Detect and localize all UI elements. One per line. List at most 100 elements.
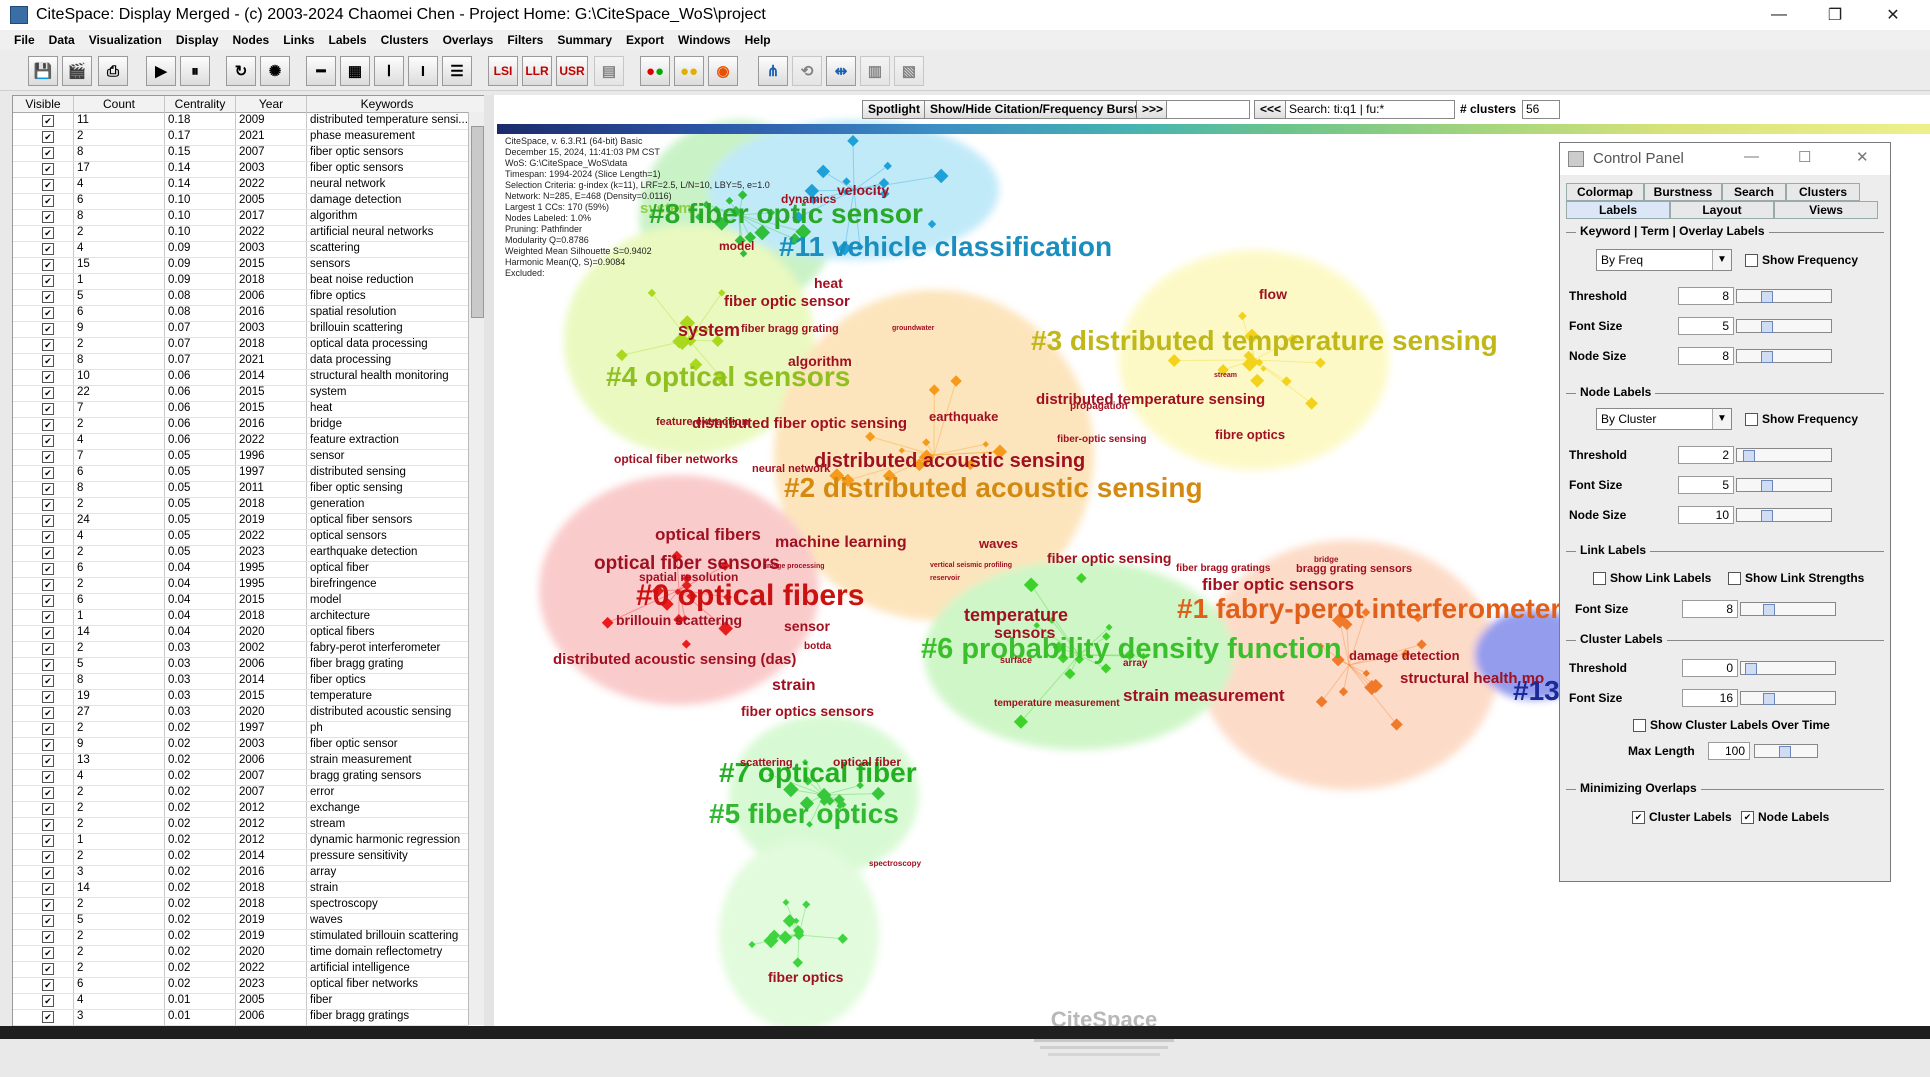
text-cursor-icon[interactable]: I: [408, 56, 438, 86]
pdf-icon[interactable]: ⎙: [98, 56, 128, 86]
table-row[interactable]: ✔40.062022feature extraction: [13, 433, 468, 450]
table-row[interactable]: ✔80.052011fiber optic sensing: [13, 481, 468, 498]
tab-clusters[interactable]: Clusters: [1786, 183, 1860, 201]
table-row[interactable]: ✔140.022018strain: [13, 881, 468, 898]
menu-visualization[interactable]: Visualization: [89, 33, 162, 47]
header-centrality[interactable]: Centrality: [165, 97, 235, 111]
table-row[interactable]: ✔270.032020distributed acoustic sensing: [13, 705, 468, 722]
menu-overlays[interactable]: Overlays: [443, 33, 494, 47]
node-font-size-slider[interactable]: [1736, 478, 1832, 492]
scrollbar-thumb[interactable]: [471, 126, 484, 318]
visible-checkbox[interactable]: ✔: [42, 275, 54, 287]
menu-windows[interactable]: Windows: [678, 33, 731, 47]
visible-checkbox[interactable]: ✔: [42, 115, 54, 127]
table-row[interactable]: ✔90.072003brillouin scattering: [13, 321, 468, 338]
table-row[interactable]: ✔60.042015model: [13, 593, 468, 610]
visible-checkbox[interactable]: ✔: [42, 691, 54, 703]
kw-font-size-slider[interactable]: [1736, 319, 1832, 333]
panel-icon[interactable]: ▥: [860, 56, 890, 86]
table-row[interactable]: ✔130.022006strain measurement: [13, 753, 468, 770]
visible-checkbox[interactable]: ✔: [42, 483, 54, 495]
visible-checkbox[interactable]: ✔: [42, 979, 54, 991]
spotlight-button[interactable]: Spotlight: [862, 100, 926, 119]
play-icon[interactable]: ▶: [146, 56, 176, 86]
tab-layout[interactable]: Layout: [1670, 201, 1774, 219]
visible-checkbox[interactable]: ✔: [42, 211, 54, 223]
cluster-threshold-slider[interactable]: [1740, 661, 1836, 675]
node-threshold-slider[interactable]: [1736, 448, 1832, 462]
table-row[interactable]: ✔50.032006fiber bragg grating: [13, 657, 468, 674]
node-node-size-field[interactable]: 10: [1678, 506, 1734, 524]
visible-checkbox[interactable]: ✔: [42, 531, 54, 543]
visible-checkbox[interactable]: ✔: [42, 611, 54, 623]
visible-checkbox[interactable]: ✔: [42, 227, 54, 239]
next-button[interactable]: >>>: [1136, 100, 1169, 119]
search-blank-field[interactable]: [1166, 100, 1250, 119]
table-row[interactable]: ✔20.021997ph: [13, 721, 468, 738]
table-row[interactable]: ✔40.142022neural network: [13, 177, 468, 194]
visible-checkbox[interactable]: ✔: [42, 739, 54, 751]
visible-checkbox[interactable]: ✔: [42, 931, 54, 943]
overlap-node-labels-checkbox[interactable]: ✔: [1741, 811, 1754, 824]
cp-maximize-button[interactable]: ☐: [1798, 148, 1811, 166]
keyword-label-select[interactable]: By Freq▼: [1596, 249, 1732, 271]
llr-button[interactable]: LLR: [522, 56, 552, 86]
visible-checkbox[interactable]: ✔: [42, 515, 54, 527]
refresh-layout-icon[interactable]: ↻: [226, 56, 256, 86]
show-link-labels-checkbox[interactable]: [1593, 572, 1606, 585]
table-row[interactable]: ✔10.042018architecture: [13, 609, 468, 626]
visible-checkbox[interactable]: ✔: [42, 563, 54, 575]
nodes-yellow-icon[interactable]: ●●: [674, 56, 704, 86]
mi-icon[interactable]: ▤: [594, 56, 624, 86]
visible-checkbox[interactable]: ✔: [42, 835, 54, 847]
save-icon[interactable]: 💾: [28, 56, 58, 86]
node-node-size-slider[interactable]: [1736, 508, 1832, 522]
header-count[interactable]: Count: [74, 97, 164, 111]
visible-checkbox[interactable]: ✔: [42, 435, 54, 447]
target-icon[interactable]: ◉: [708, 56, 738, 86]
visible-checkbox[interactable]: ✔: [42, 803, 54, 815]
prev-button[interactable]: <<<: [1254, 100, 1287, 119]
table-row[interactable]: ✔20.022020time domain reflectometry: [13, 945, 468, 962]
menu-labels[interactable]: Labels: [329, 33, 367, 47]
table-row[interactable]: ✔20.102022artificial neural networks: [13, 225, 468, 242]
table-row[interactable]: ✔100.062014structural health monitoring: [13, 369, 468, 386]
table-row[interactable]: ✔20.022014pressure sensitivity: [13, 849, 468, 866]
kw-threshold-slider[interactable]: [1736, 289, 1832, 303]
visible-checkbox[interactable]: ✔: [42, 403, 54, 415]
visible-checkbox[interactable]: ✔: [42, 643, 54, 655]
tab-search[interactable]: Search: [1722, 183, 1786, 201]
visible-checkbox[interactable]: ✔: [42, 819, 54, 831]
table-row[interactable]: ✔20.022012stream: [13, 817, 468, 834]
node-threshold-field[interactable]: 2: [1678, 446, 1734, 464]
visible-checkbox[interactable]: ✔: [42, 915, 54, 927]
visible-checkbox[interactable]: ✔: [42, 259, 54, 271]
visible-checkbox[interactable]: ✔: [42, 595, 54, 607]
table-row[interactable]: ✔60.022023optical fiber networks: [13, 977, 468, 994]
cluster-threshold-field[interactable]: 0: [1682, 659, 1738, 677]
visible-checkbox[interactable]: ✔: [42, 179, 54, 191]
max-length-slider[interactable]: [1754, 744, 1818, 758]
header-visible[interactable]: Visible: [13, 97, 73, 111]
tab-burstness[interactable]: Burstness: [1644, 183, 1722, 201]
table-row[interactable]: ✔10.022012dynamic harmonic regression: [13, 833, 468, 850]
visible-checkbox[interactable]: ✔: [42, 147, 54, 159]
table-row[interactable]: ✔150.092015sensors: [13, 257, 468, 274]
table-row[interactable]: ✔20.022019stimulated brillouin scatterin…: [13, 929, 468, 946]
table-row[interactable]: ✔10.092018beat noise reduction: [13, 273, 468, 290]
visible-checkbox[interactable]: ✔: [42, 675, 54, 687]
timeline-icon[interactable]: Ⅰ: [374, 56, 404, 86]
node-show-frequency-checkbox[interactable]: [1745, 413, 1758, 426]
grid-icon[interactable]: ▦: [340, 56, 370, 86]
cluster-font-size-field[interactable]: 16: [1682, 689, 1738, 707]
table-scrollbar[interactable]: [468, 112, 485, 1025]
table-row[interactable]: ✔20.072018optical data processing: [13, 337, 468, 354]
clusters-count-field[interactable]: 56: [1522, 100, 1560, 119]
table-row[interactable]: ✔80.032014fiber optics: [13, 673, 468, 690]
pause-icon[interactable]: ⏸: [180, 56, 210, 86]
link-font-size-slider[interactable]: [1740, 602, 1836, 616]
visible-checkbox[interactable]: ✔: [42, 355, 54, 367]
table-row[interactable]: ✔40.022007bragg grating sensors: [13, 769, 468, 786]
table-row[interactable]: ✔30.022016array: [13, 865, 468, 882]
table-row[interactable]: ✔20.022007error: [13, 785, 468, 802]
